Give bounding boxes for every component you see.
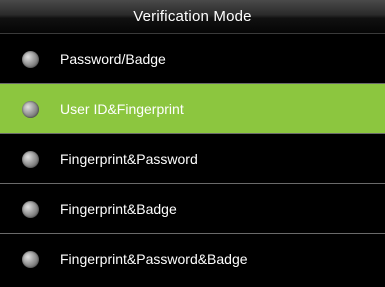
- radio-icon[interactable]: [22, 150, 39, 168]
- radio-icon[interactable]: [22, 251, 39, 268]
- option-label: Fingerprint&Badge: [60, 200, 177, 217]
- option-user-id-fingerprint[interactable]: User ID&Fingerprint: [0, 84, 385, 134]
- option-label: Password/Badge: [60, 50, 166, 67]
- page-title: Verification Mode: [133, 8, 252, 25]
- option-fingerprint-badge[interactable]: Fingerprint&Badge: [0, 184, 385, 234]
- option-label: User ID&Fingerprint: [60, 100, 184, 117]
- radio-icon[interactable]: [22, 200, 39, 218]
- option-label: Fingerprint&Password&Badge: [60, 251, 248, 267]
- option-label: Fingerprint&Password: [60, 150, 198, 167]
- title-bar: Verification Mode: [0, 0, 385, 34]
- option-fingerprint-password[interactable]: Fingerprint&Password: [0, 134, 385, 184]
- option-fingerprint-password-badge[interactable]: Fingerprint&Password&Badge: [0, 234, 385, 284]
- radio-icon[interactable]: [22, 100, 39, 118]
- radio-icon[interactable]: [22, 50, 39, 68]
- option-password-badge[interactable]: Password/Badge: [0, 34, 385, 84]
- verification-mode-list: Password/Badge User ID&Fingerprint Finge…: [0, 34, 385, 284]
